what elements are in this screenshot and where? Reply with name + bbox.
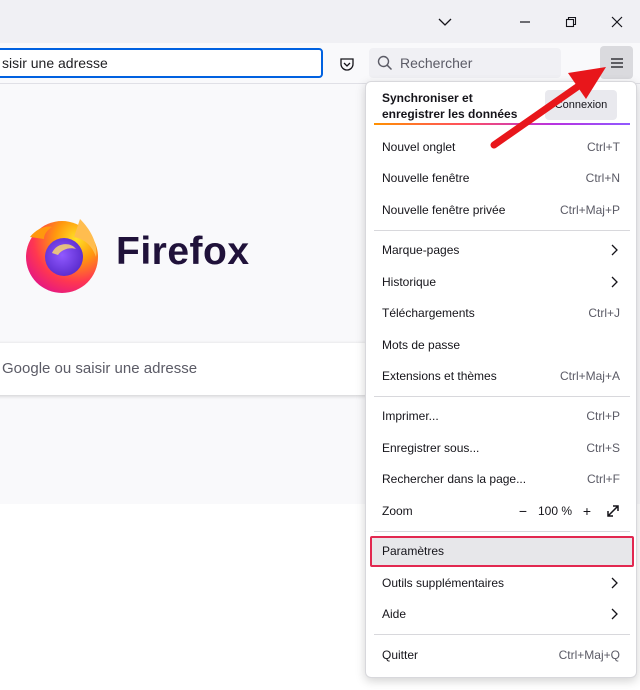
newtab-search-input[interactable]: Google ou saisir une adresse [0,343,370,395]
zoom-in-button[interactable]: + [578,502,596,520]
close-button[interactable] [594,0,640,43]
menu-item-label: Téléchargements [382,306,475,320]
app-menu-button[interactable] [600,46,633,79]
fullscreen-button[interactable] [604,502,622,520]
hamburger-icon [610,57,623,68]
menu-item-downloads[interactable]: Téléchargements Ctrl+J [370,298,634,328]
menu-item-save-as[interactable]: Enregistrer sous... Ctrl+S [370,433,634,463]
sync-title: Synchroniser et enregistrer les données [382,91,518,121]
minimize-button[interactable] [502,0,548,43]
search-bar[interactable]: Rechercher [369,48,561,78]
chevron-right-icon [611,608,618,620]
menu-item-addons-themes[interactable]: Extensions et thèmes Ctrl+Maj+A [370,361,634,391]
menu-item-label: Imprimer... [382,409,439,423]
sync-gradient-divider [374,123,630,125]
menu-item-zoom: Zoom − 100 % + [370,496,634,526]
menu-item-shortcut: Ctrl+N [585,171,620,185]
list-all-tabs-button[interactable] [422,0,468,43]
menu-item-find-in-page[interactable]: Rechercher dans la page... Ctrl+F [370,464,634,494]
zoom-controls: − 100 % + [514,496,622,526]
menu-item-label: Marque-pages [382,243,460,257]
menu-item-shortcut: Ctrl+S [586,441,620,455]
chevron-right-icon [611,244,618,256]
menu-item-shortcut: Ctrl+Maj+Q [558,648,620,662]
menu-item-new-window[interactable]: Nouvelle fenêtre Ctrl+N [370,163,634,193]
menu-item-label: Historique [382,275,437,289]
restore-icon [565,16,577,27]
menu-item-label: Mots de passe [382,338,461,352]
minimize-icon [520,20,530,23]
menu-item-label: Quitter [382,648,419,662]
menu-separator [374,634,630,635]
pocket-icon [340,58,354,71]
url-bar[interactable]: sisir une adresse [0,48,323,78]
menu-item-help[interactable]: Aide [370,599,634,629]
menu-item-shortcut: Ctrl+T [587,140,620,154]
menu-separator [374,396,630,397]
menu-item-label: Enregistrer sous... [382,441,480,455]
connect-button[interactable]: Connexion [545,90,617,120]
menu-item-settings[interactable]: Paramètres [370,536,634,567]
menu-item-passwords[interactable]: Mots de passe [370,330,634,360]
menu-item-label: Nouvel onglet [382,140,456,154]
title-bar [0,0,640,43]
restore-button[interactable] [548,0,594,43]
pocket-button[interactable] [334,51,360,77]
nav-toolbar: sisir une adresse Rechercher [0,43,640,84]
menu-item-label: Zoom [382,504,413,518]
menu-item-shortcut: Ctrl+Maj+A [559,369,620,383]
zoom-out-button[interactable]: − [514,502,532,520]
menu-item-quit[interactable]: Quitter Ctrl+Maj+Q [370,640,634,670]
menu-item-label: Nouvelle fenêtre [382,171,470,185]
menu-separator [374,531,630,532]
menu-item-new-private-window[interactable]: Nouvelle fenêtre privée Ctrl+Maj+P [370,195,634,225]
menu-item-more-tools[interactable]: Outils supplémentaires [370,568,634,598]
menu-item-print[interactable]: Imprimer... Ctrl+P [370,401,634,431]
menu-item-shortcut: Ctrl+F [587,472,620,486]
menu-item-shortcut: Ctrl+J [588,306,620,320]
zoom-level[interactable]: 100 % [538,496,572,526]
search-placeholder: Rechercher [400,55,473,71]
search-icon [377,55,393,71]
menu-item-shortcut: Ctrl+P [586,409,620,423]
menu-item-label: Outils supplémentaires [382,576,505,590]
menu-separator [374,230,630,231]
menu-item-shortcut: Ctrl+Maj+P [559,203,620,217]
chevron-right-icon [611,577,618,589]
chevron-right-icon [611,276,618,288]
fullscreen-icon [607,505,619,517]
firefox-logo [26,219,98,293]
menu-item-label: Paramètres [382,544,445,558]
brand-wordmark: Firefox [116,230,250,273]
chevron-down-icon [438,18,452,26]
app-menu-panel: Synchroniser et enregistrer les données … [365,81,637,678]
menu-item-bookmarks[interactable]: Marque-pages [370,235,634,265]
menu-item-label: Rechercher dans la page... [382,472,527,486]
menu-item-label: Extensions et thèmes [382,369,497,383]
menu-item-label: Nouvelle fenêtre privée [382,203,506,217]
menu-item-history[interactable]: Historique [370,267,634,297]
menu-item-label: Aide [382,607,407,621]
close-icon [611,16,623,27]
menu-item-new-tab[interactable]: Nouvel onglet Ctrl+T [370,132,634,162]
